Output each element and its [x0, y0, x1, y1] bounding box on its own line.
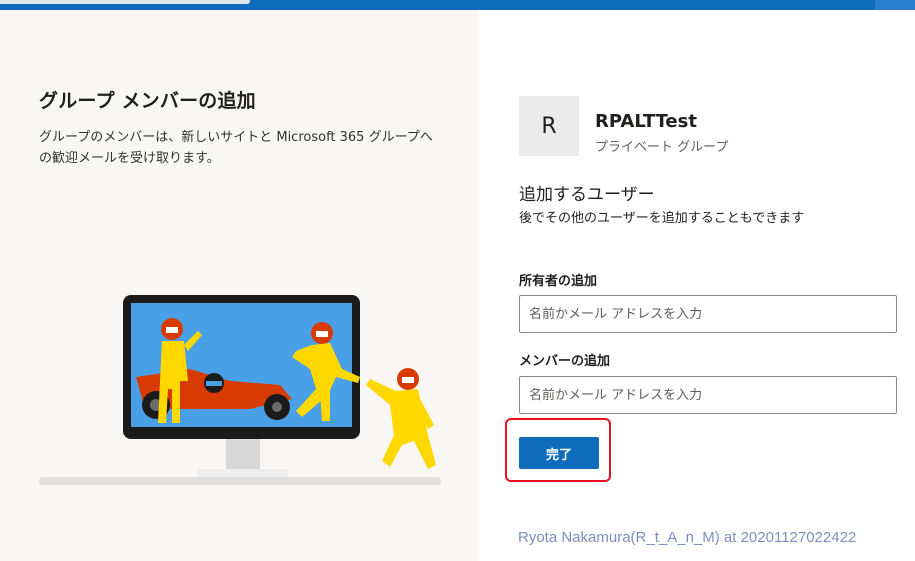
browser-top-bar — [0, 0, 915, 10]
dialog-title: グループ メンバーの追加 — [39, 90, 256, 112]
browser-top-bar-edge — [875, 0, 915, 10]
browser-tab[interactable] — [0, 0, 250, 4]
group-avatar: R — [519, 96, 579, 156]
owners-input[interactable] — [519, 295, 897, 333]
done-button[interactable]: 完了 — [519, 437, 599, 469]
section-subtitle: 後でその他のユーザーを追加することもできます — [519, 211, 805, 226]
dialog-description: グループのメンバーは、新しいサイトと Microsoft 365 グループへの歓… — [39, 130, 433, 166]
group-privacy-type: プライベート グループ — [595, 140, 729, 155]
section-title: 追加するユーザー — [519, 185, 655, 205]
owners-label: 所有者の追加 — [519, 274, 598, 289]
group-name: RPALTTest — [595, 111, 697, 132]
team-illustration — [39, 295, 441, 485]
members-label: メンバーの追加 — [519, 354, 611, 369]
watermark-text: Ryota Nakamura(R_t_A_n_M) at 20201127022… — [518, 529, 857, 546]
members-input[interactable] — [519, 376, 897, 414]
